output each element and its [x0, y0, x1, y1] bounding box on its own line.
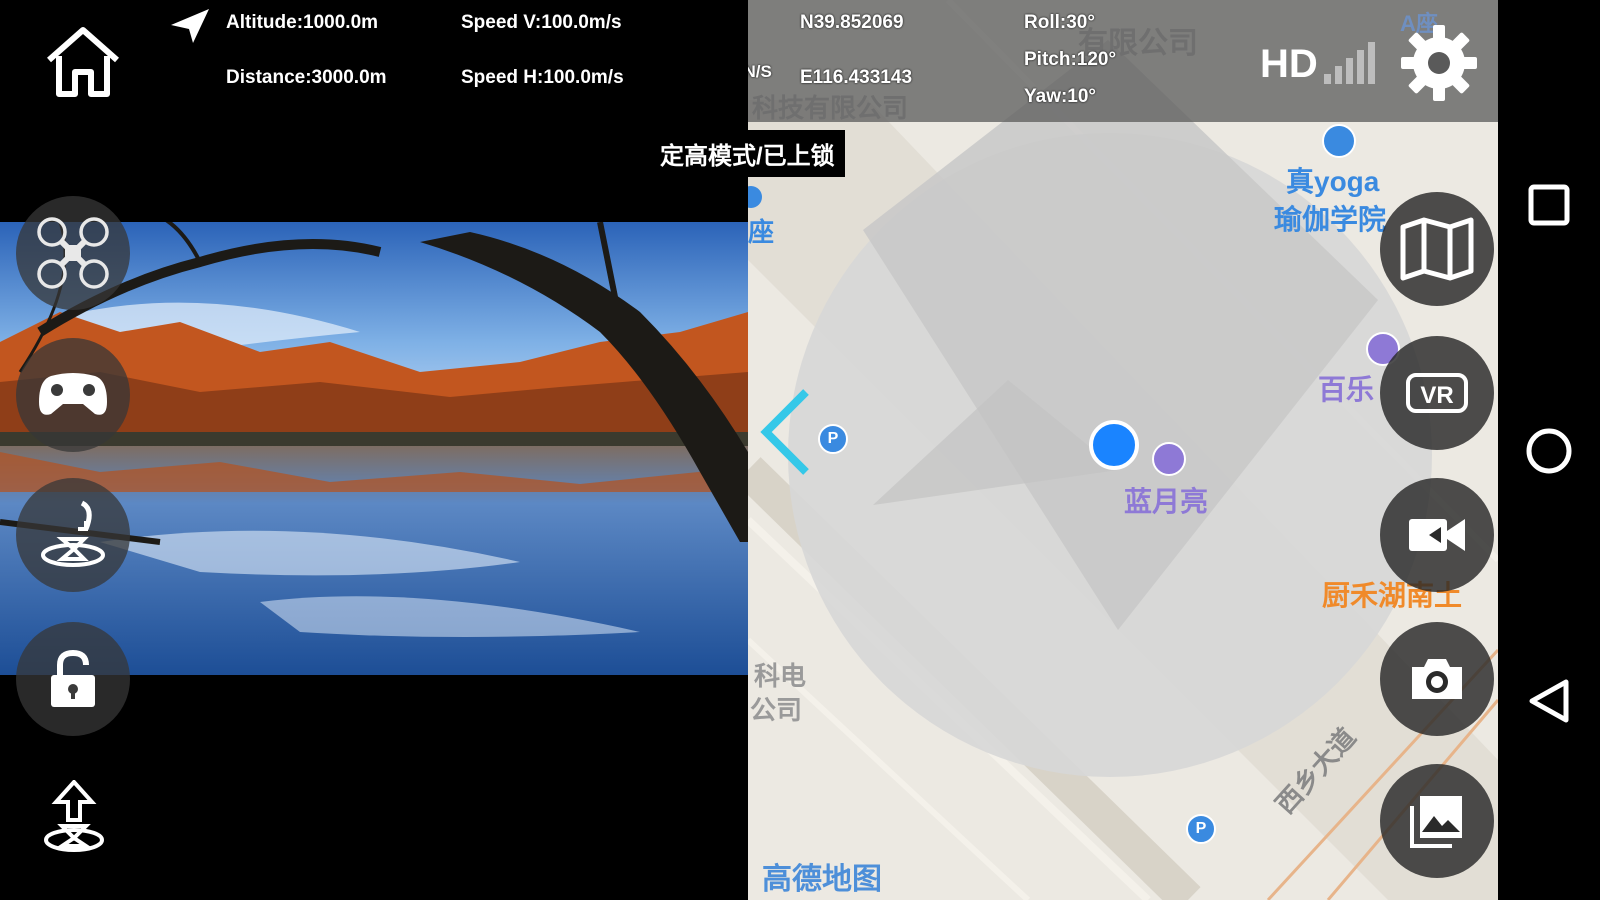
yaw-readout: Yaw:10°	[1024, 86, 1097, 107]
back-icon[interactable]	[1524, 676, 1574, 726]
parking-poi-icon[interactable]: P	[1186, 814, 1216, 844]
yoga-poi-icon[interactable]	[1322, 124, 1356, 158]
latitude-readout: N39.852069	[800, 12, 904, 33]
map-label-company: 公司	[750, 695, 803, 725]
mode-banner: 定高模式/已上锁	[650, 130, 845, 177]
parking-poi-icon[interactable]: P	[818, 424, 848, 454]
map-label-yoga-school: 瑜伽学院	[1274, 204, 1387, 235]
roll-readout: Roll:30°	[1024, 12, 1095, 33]
settings-icon[interactable]	[1398, 22, 1480, 104]
home-icon[interactable]	[40, 22, 126, 100]
gps-status-readout: 0N/S	[748, 62, 772, 81]
home-circle-icon[interactable]	[1522, 424, 1576, 478]
map-view[interactable]: 有限公司 科技有限公司 A座 0N/S N39.852069 E116.4331…	[748, 0, 1498, 900]
map-label-block: 座	[748, 217, 775, 247]
recents-icon[interactable]	[1524, 180, 1574, 230]
map-label-kedian: 科电	[754, 661, 807, 691]
collapse-panel-button[interactable]	[756, 380, 816, 480]
flight-direction-icon	[168, 6, 212, 46]
map-label-baile: 百乐	[1318, 374, 1375, 405]
map-label-lanyueliang: 蓝月亮	[1124, 486, 1209, 517]
map-label-top-company-2: 科技有限公司	[752, 93, 909, 123]
vertical-speed-readout: Speed V:100.0m/s	[461, 12, 622, 33]
gallery-icon[interactable]	[1380, 764, 1494, 878]
pitch-readout: Pitch:120°	[1024, 49, 1117, 70]
longitude-readout: E116.433143	[800, 67, 913, 88]
lock-icon[interactable]	[16, 622, 130, 736]
video-icon[interactable]	[1380, 478, 1494, 592]
map-icon[interactable]	[1380, 192, 1494, 306]
map-label-yoga: 真yoga	[1286, 166, 1380, 197]
takeoff-land-icon[interactable]	[16, 478, 130, 592]
vr-icon[interactable]: VR	[1380, 336, 1494, 450]
current-location-dot	[1089, 420, 1139, 470]
altitude-readout: Altitude:1000.0m	[226, 12, 379, 33]
drone-icon[interactable]	[16, 196, 130, 310]
amap-logo: 高德地图	[762, 863, 882, 896]
camera-icon[interactable]	[1380, 622, 1494, 736]
shop-poi-icon[interactable]	[1152, 442, 1186, 476]
hd-label: HD	[1260, 42, 1318, 86]
distance-readout: Distance:3000.0m	[226, 67, 387, 88]
return-home-icon[interactable]	[36, 778, 112, 854]
signal-strength-icon	[1322, 36, 1384, 84]
horizontal-speed-readout: Speed H:100.0m/s	[461, 67, 624, 88]
svg-text:VR: VR	[1420, 382, 1453, 409]
system-nav-bar	[1498, 0, 1600, 900]
gamepad-icon[interactable]	[16, 338, 130, 452]
